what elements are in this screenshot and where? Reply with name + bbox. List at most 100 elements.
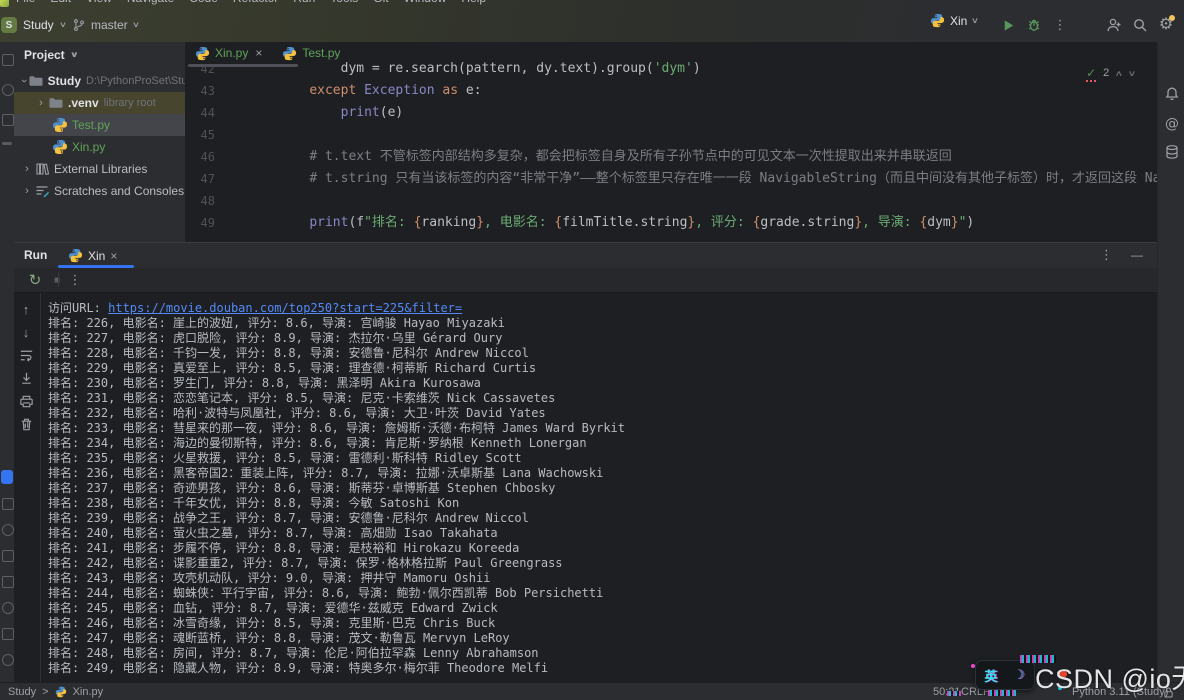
git-branch-widget[interactable]: master ∨	[72, 13, 139, 37]
expand-arrow-icon[interactable]: ›	[18, 79, 30, 83]
debug-button[interactable]	[1022, 13, 1046, 37]
code-lines[interactable]: dym = re.search(pattern, dy.text).group(…	[278, 58, 1157, 234]
tree-item-xin-py[interactable]: Xin.py	[14, 136, 185, 158]
project-tree: › Study D:\PythonProSet\Study › .venv li…	[14, 70, 185, 202]
services-tool-icon[interactable]	[2, 576, 14, 588]
more-icon: ⋮	[1054, 17, 1067, 33]
notifications-button[interactable]	[1164, 86, 1180, 102]
editor-area[interactable]: Xin.py × Test.py ✓ 2 ∧ ∨ 424344454647484…	[185, 42, 1157, 242]
python-icon	[52, 117, 68, 133]
structure-tool-icon[interactable]	[2, 114, 14, 126]
clear-all-button[interactable]	[18, 416, 34, 432]
ai-assistant-button[interactable]: @	[1164, 116, 1180, 132]
run-console[interactable]: 访问URL: https://movie.douban.com/top250?s…	[48, 301, 1155, 683]
print-button[interactable]	[18, 393, 34, 409]
commit-tool-icon[interactable]	[2, 84, 14, 96]
input-method-indicator[interactable]: 英 ☽	[975, 660, 1035, 690]
run-config-selector[interactable]: Xin ∨	[930, 13, 978, 28]
more-icon[interactable]: ⋮	[1100, 247, 1113, 263]
console-row: 排名: 248, 电影名: 房间, 评分: 8.7, 导演: 伦尼·阿伯拉罕森 …	[48, 646, 1155, 661]
collapse-arrow-icon[interactable]: ›	[36, 97, 46, 109]
csdn-watermark: CSDN @io无心	[1035, 657, 1184, 696]
tree-item-scratches[interactable]: › Scratches and Consoles	[14, 180, 185, 202]
console-toolbar: ↑ ↓	[14, 293, 41, 683]
tree-item-test-py[interactable]: Test.py	[14, 114, 185, 136]
rerun-button[interactable]: ↻	[26, 271, 44, 289]
tree-item-study[interactable]: › Study D:\PythonProSet\Study	[14, 70, 185, 92]
code-with-me-button[interactable]	[1102, 13, 1126, 37]
bell-icon	[1164, 86, 1180, 102]
right-tool-stripe: @	[1157, 42, 1184, 682]
stop-icon: ■	[54, 275, 60, 286]
menu-view[interactable]: View	[86, 0, 112, 7]
console-row: 排名: 231, 电影名: 恋恋笔记本, 评分: 8.5, 导演: 尼克·卡索维…	[48, 391, 1155, 406]
run-icon	[1001, 18, 1016, 33]
menu-help[interactable]: Help	[461, 0, 486, 7]
scroll-down-button[interactable]: ↓	[18, 324, 34, 340]
scroll-up-button[interactable]: ↑	[18, 301, 34, 317]
breadcrumb-project: Study	[8, 686, 36, 698]
database-button[interactable]	[1164, 144, 1180, 160]
run-more-button[interactable]: ⋮	[66, 271, 84, 289]
menu-run[interactable]: Run	[293, 0, 315, 7]
menu-window[interactable]: Window	[404, 0, 447, 7]
menu-tools[interactable]: Tools	[330, 0, 358, 7]
search-everywhere-button[interactable]	[1128, 13, 1152, 37]
python-console-tool-icon[interactable]	[2, 524, 14, 536]
project-avatar: S	[1, 17, 17, 33]
menu-refactor[interactable]: Refactor	[233, 0, 278, 7]
python-icon	[52, 139, 68, 155]
more-tools-icon[interactable]	[2, 142, 12, 145]
code-line: # t.text 不管标签内部结构多复杂，都会把标签自身及所有子孙节点中的可见文…	[278, 146, 1157, 168]
tree-item-label: External Libraries	[54, 162, 147, 176]
console-row: 排名: 229, 电影名: 真爱至上, 评分: 8.5, 导演: 理查德·柯蒂斯…	[48, 361, 1155, 376]
todo-tool-icon[interactable]	[2, 628, 14, 640]
ime-glitch-decoration	[988, 690, 1016, 696]
collapse-arrow-icon[interactable]: ›	[22, 185, 32, 197]
more-run-options-button[interactable]: ⋮	[1048, 13, 1072, 37]
collapse-arrow-icon[interactable]: ›	[22, 163, 32, 175]
code-line	[278, 124, 1157, 146]
menu-code[interactable]: Code	[189, 0, 218, 7]
folder-icon	[28, 73, 44, 89]
console-rows: 排名: 226, 电影名: 崖上的波妞, 评分: 8.6, 导演: 宫崎骏 Ha…	[48, 316, 1155, 676]
hide-panel-button[interactable]: —	[1131, 248, 1143, 262]
ime-glitch-dot	[971, 664, 975, 668]
close-icon[interactable]: ×	[255, 46, 262, 60]
run-tool-icon-active[interactable]	[1, 470, 13, 484]
problems-tool-icon[interactable]	[2, 602, 14, 614]
terminal-tool-icon[interactable]	[2, 550, 14, 562]
menu-git[interactable]: Git	[373, 0, 388, 7]
status-breadcrumb[interactable]: Study > Xin.py	[8, 683, 103, 700]
close-icon[interactable]: ×	[110, 249, 117, 263]
project-panel-header[interactable]: Project ∨	[24, 48, 77, 62]
console-url-link[interactable]: https://movie.douban.com/top250?start=22…	[108, 301, 462, 315]
vcs-tool-icon[interactable]	[2, 654, 14, 666]
settings-button[interactable]: ⚙	[1154, 13, 1178, 37]
menu-file[interactable]: File	[16, 0, 35, 7]
debug-tool-icon[interactable]	[2, 498, 14, 510]
folder-icon	[48, 95, 64, 111]
menu-navigate[interactable]: Navigate	[127, 0, 174, 7]
user-plus-icon	[1106, 17, 1122, 33]
console-row: 排名: 235, 电影名: 火星救援, 评分: 8.5, 导演: 雷德利·斯科特…	[48, 451, 1155, 466]
stop-button[interactable]: ■	[48, 271, 66, 289]
soft-wrap-button[interactable]	[18, 347, 34, 363]
tree-item-label: Study	[48, 74, 81, 88]
tree-item-external-libraries[interactable]: › External Libraries	[14, 158, 185, 180]
code-line: except Exception as e:	[278, 80, 1157, 102]
scroll-to-end-button[interactable]	[18, 370, 34, 386]
more-icon: ⋮	[69, 272, 82, 288]
menu-edit[interactable]: Edit	[50, 0, 71, 7]
tree-item-label: Scratches and Consoles	[54, 184, 184, 198]
project-widget[interactable]: S Study ∨	[0, 13, 72, 37]
console-row: 排名: 234, 电影名: 海边的曼彻斯特, 评分: 8.6, 导演: 肯尼斯·…	[48, 436, 1155, 451]
tree-item-venv[interactable]: › .venv library root	[14, 92, 185, 114]
console-row: 排名: 230, 电影名: 罗生门, 评分: 8.8, 导演: 黑泽明 Akir…	[48, 376, 1155, 391]
project-tool-icon[interactable]	[2, 54, 14, 66]
window-header: File Edit View Navigate Code Refactor Run Tools…	[0, 0, 1184, 42]
code-line	[278, 190, 1157, 212]
run-button[interactable]	[996, 13, 1020, 37]
code-line: print(e)	[278, 102, 1157, 124]
console-row: 排名: 246, 电影名: 冰雪奇缘, 评分: 8.5, 导演: 克里斯·巴克 …	[48, 616, 1155, 631]
